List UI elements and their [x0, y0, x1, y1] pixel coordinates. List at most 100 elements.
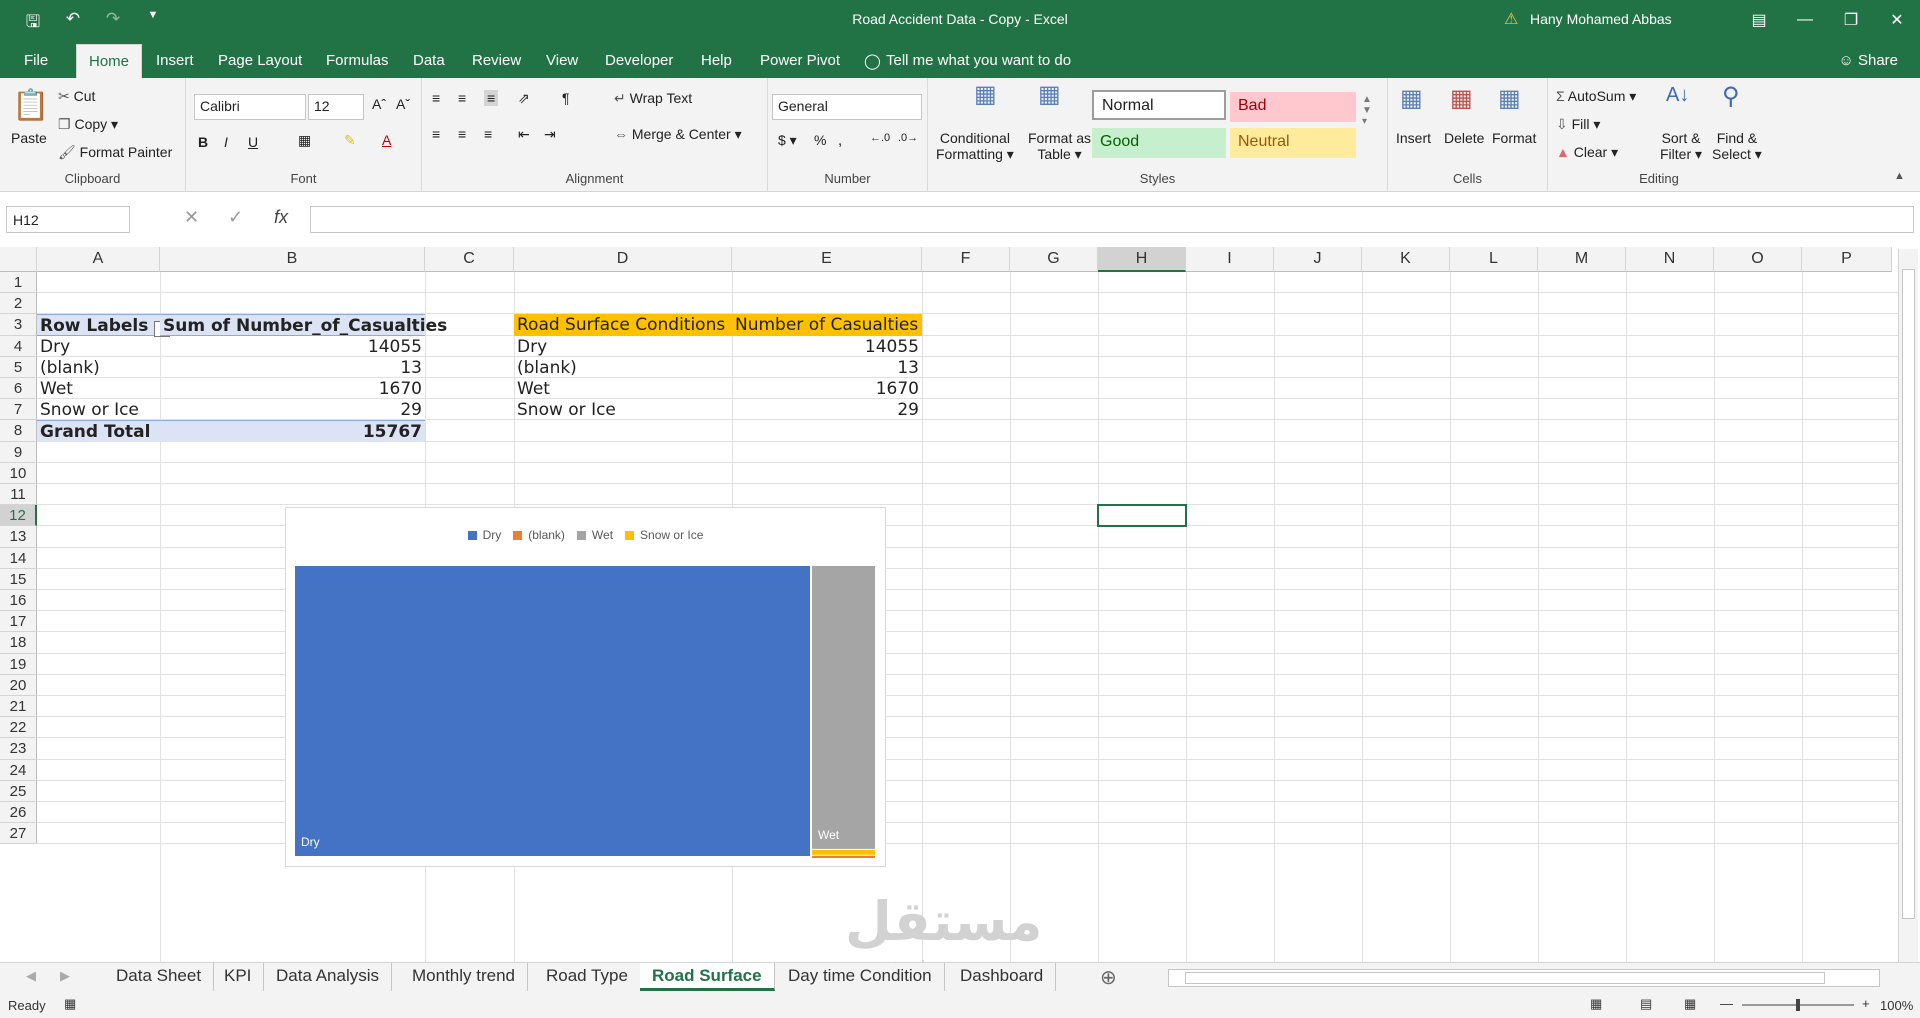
underline-icon[interactable]: U: [248, 134, 258, 150]
decrease-indent-icon[interactable]: ⇤: [518, 126, 530, 143]
column-header-k[interactable]: K: [1362, 247, 1450, 272]
row-header[interactable]: 19: [0, 653, 37, 675]
number-format-select[interactable]: General: [772, 94, 922, 120]
row-header[interactable]: 14: [0, 547, 37, 569]
align-left-icon[interactable]: ≡: [432, 126, 440, 142]
table-row-label[interactable]: (blank): [514, 357, 732, 378]
sheet-tab[interactable]: Monthly trend: [400, 963, 528, 991]
tab-page-layout[interactable]: Page Layout: [218, 52, 302, 69]
column-header-n[interactable]: N: [1626, 247, 1714, 272]
sheet-tab[interactable]: Dashboard: [948, 963, 1057, 991]
insert-cells-button[interactable]: Insert: [1396, 130, 1431, 146]
sheet-tab[interactable]: Road Type: [534, 963, 641, 991]
conditional-formatting-icon[interactable]: ▦: [974, 80, 997, 109]
table-row-label[interactable]: Wet: [514, 378, 732, 399]
row-header[interactable]: 4: [0, 335, 37, 357]
tab-home[interactable]: Home: [76, 44, 143, 78]
percent-icon[interactable]: %: [814, 132, 826, 148]
treemap-tile[interactable]: [812, 855, 875, 858]
fill-button[interactable]: ⇩ Fill ▾: [1556, 116, 1600, 133]
pivot-row-value[interactable]: 1670: [160, 378, 425, 399]
orientation-icon[interactable]: ⇗: [518, 90, 530, 107]
pivot-row-label[interactable]: Dry: [37, 336, 160, 357]
normal-view-icon[interactable]: ▦: [1590, 996, 1602, 1012]
column-header-c[interactable]: C: [425, 247, 514, 272]
column-header-f[interactable]: F: [922, 247, 1010, 272]
row-header[interactable]: 16: [0, 590, 37, 612]
pivot-row-label[interactable]: Wet: [37, 378, 160, 399]
collapse-ribbon-icon[interactable]: ▲: [1894, 170, 1905, 182]
column-header-p[interactable]: P: [1802, 247, 1892, 272]
row-header[interactable]: 26: [0, 802, 37, 824]
column-header-i[interactable]: I: [1186, 247, 1274, 272]
comma-icon[interactable]: ,: [838, 132, 842, 149]
row-header[interactable]: 24: [0, 759, 37, 781]
horizontal-scrollbar[interactable]: [1168, 969, 1880, 987]
row-header[interactable]: 22: [0, 717, 37, 739]
pivot-grand-total-value[interactable]: 15767: [160, 420, 425, 442]
tab-file[interactable]: File: [24, 52, 48, 69]
close-icon[interactable]: ✕: [1874, 0, 1920, 40]
row-header[interactable]: 21: [0, 696, 37, 718]
row-header[interactable]: 9: [0, 441, 37, 463]
page-break-view-icon[interactable]: ▦: [1684, 996, 1696, 1012]
page-layout-view-icon[interactable]: ▤: [1640, 996, 1652, 1012]
format-cells-button[interactable]: Format: [1492, 130, 1536, 146]
sheet-tab[interactable]: KPI: [212, 963, 265, 991]
column-header-o[interactable]: O: [1714, 247, 1802, 272]
align-center-icon[interactable]: ≡: [458, 126, 466, 142]
format-painter-button[interactable]: 🖌 Format Painter: [58, 144, 172, 161]
formula-input[interactable]: [310, 206, 1914, 233]
scroll-right-icon[interactable]: ▶: [60, 968, 70, 984]
minimize-icon[interactable]: —: [1782, 0, 1828, 40]
paste-button[interactable]: Paste: [11, 130, 47, 146]
currency-icon[interactable]: $ ▾: [778, 132, 797, 149]
row-header[interactable]: 5: [0, 356, 37, 378]
row-header[interactable]: 8: [0, 420, 37, 442]
sort-filter-icon[interactable]: A↓: [1666, 84, 1689, 107]
tab-formulas[interactable]: Formulas: [326, 52, 389, 69]
column-header-b[interactable]: B: [160, 247, 425, 272]
share-button[interactable]: ☺ Share: [1838, 52, 1898, 69]
pivot-header-sum[interactable]: Sum of Number_of_Casualties: [160, 314, 447, 336]
italic-icon[interactable]: I: [224, 134, 228, 150]
column-header-h[interactable]: H: [1098, 247, 1186, 272]
increase-indent-icon[interactable]: ⇥: [544, 126, 556, 143]
row-header[interactable]: 20: [0, 674, 37, 696]
vertical-scrollbar-thumb[interactable]: [1902, 269, 1915, 919]
align-right-icon[interactable]: ≡: [484, 126, 492, 142]
tab-developer[interactable]: Developer: [605, 52, 673, 69]
column-header-a[interactable]: A: [37, 247, 160, 272]
tab-insert[interactable]: Insert: [156, 52, 194, 69]
sheet-tab[interactable]: Road Surface: [640, 963, 775, 991]
row-header[interactable]: 13: [0, 526, 37, 548]
select-all-corner[interactable]: [0, 247, 37, 272]
delete-cells-button[interactable]: Delete: [1444, 130, 1484, 146]
style-bad[interactable]: Bad: [1230, 92, 1356, 122]
pivot-row-value[interactable]: 14055: [160, 336, 425, 357]
name-box[interactable]: H12: [6, 206, 130, 233]
column-header-m[interactable]: M: [1538, 247, 1626, 272]
sheet-tab[interactable]: Day time Condition: [776, 963, 945, 991]
column-header-e[interactable]: E: [732, 247, 922, 272]
table-header-conditions[interactable]: Road Surface Conditions: [514, 314, 732, 336]
bold-icon[interactable]: B: [198, 134, 208, 150]
pivot-row-value[interactable]: 13: [160, 357, 425, 378]
clear-button[interactable]: ▲ Clear ▾: [1556, 144, 1618, 161]
table-row-label[interactable]: Snow or Ice: [514, 399, 732, 420]
row-header[interactable]: 27: [0, 823, 37, 845]
ribbon-display-icon[interactable]: ▤: [1736, 0, 1782, 40]
tab-review[interactable]: Review: [472, 52, 521, 69]
table-row-label[interactable]: Dry: [514, 336, 732, 357]
search-icon[interactable]: ⚲: [1722, 82, 1740, 111]
copy-button[interactable]: ❐ Copy ▾: [58, 116, 118, 133]
style-neutral[interactable]: Neutral: [1230, 128, 1356, 158]
macro-record-icon[interactable]: ▦: [64, 996, 76, 1012]
pivot-header-row-labels[interactable]: Row Labels ▾: [37, 314, 171, 338]
table-row-value[interactable]: 14055: [732, 336, 922, 357]
middle-align-icon[interactable]: ≡: [458, 90, 466, 106]
font-size-select[interactable]: 12: [308, 94, 364, 120]
merge-center-button[interactable]: ⇔ Merge & Center ▾: [614, 126, 742, 143]
row-header[interactable]: 23: [0, 738, 37, 760]
scroll-left-icon[interactable]: ◀: [26, 968, 36, 984]
